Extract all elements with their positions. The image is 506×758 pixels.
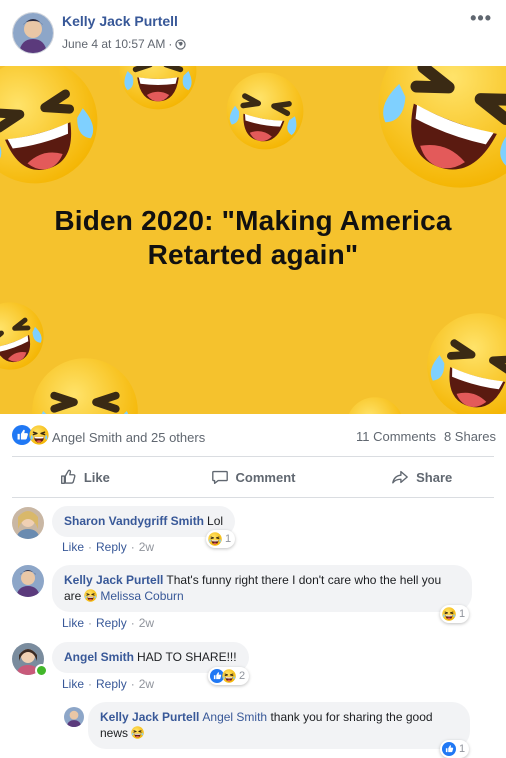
post-action-bar: Like Comment Share [0,462,506,492]
reaction-count: 1 [459,608,466,620]
haha-reaction-icon [29,425,49,445]
comment-text: HAD TO SHARE!!! [137,650,237,664]
comment-meta: Like · Reply · 2w [62,616,154,630]
like-button[interactable]: Like [0,462,169,492]
divider [12,497,494,498]
reactions-names[interactable]: Angel Smith and 25 others [52,430,205,445]
headline-line-1: Biden 2020: "Making America [54,205,452,236]
divider [12,456,494,457]
comment-time[interactable]: 2w [139,540,154,554]
comment-reply-link[interactable]: Reply [96,616,127,630]
reaction-count: 2 [239,670,246,682]
meta-separator: · [168,37,173,51]
post-meta: June 4 at 10:57 AM · [62,37,187,51]
haha-reaction-icon [208,532,222,546]
comment-meta: Like · Reply · 2w [62,677,154,691]
comment-reactions[interactable]: 1 [440,605,470,623]
reaction-count: 1 [225,533,232,545]
comment-like-link[interactable]: Like [62,540,84,554]
comment-button[interactable]: Comment [169,462,338,492]
comment-reactions[interactable]: 2 [208,667,250,685]
post-timestamp[interactable]: June 4 at 10:57 AM [62,37,165,51]
reply-author[interactable]: Kelly Jack Purtell [100,710,199,724]
comment-author[interactable]: Kelly Jack Purtell [64,573,163,587]
mention-link[interactable]: Angel Smith [202,710,267,724]
haha-reaction-icon [442,607,456,621]
comment-reply-link[interactable]: Reply [96,540,127,554]
dot: · [88,677,93,691]
more-options-icon[interactable]: ••• [470,8,492,29]
engagement-counts: 11 Comments 8 Shares [356,429,496,444]
dot: · [130,677,135,691]
author-avatar[interactable] [13,13,53,53]
reply-reactions[interactable]: 1 [440,740,470,758]
comment-author[interactable]: Angel Smith [64,650,134,664]
comment-time[interactable]: 2w [139,677,154,691]
share-label: Share [416,469,453,485]
comments-count[interactable]: 11 Comments [356,429,436,444]
image-headline: Biden 2020: "Making America Retarted aga… [0,204,506,272]
comment-text: Lol [207,514,224,528]
reply-bubble: Kelly Jack Purtell Angel Smith thank you … [88,702,470,749]
reactions-summary: Angel Smith and 25 others 11 Comments 8 … [12,425,496,447]
share-arrow-icon [392,470,408,484]
dot: · [88,616,93,630]
haha-reaction-icon [222,669,236,683]
comment-meta: Like · Reply · 2w [62,540,154,554]
thumbs-up-icon [60,469,76,484]
share-button[interactable]: Share [337,462,506,492]
mention-link[interactable]: Melissa Coburn [100,589,183,603]
comment-bubble: Kelly Jack Purtell That's funny right the… [52,565,472,612]
comment-reactions[interactable]: 1 [206,530,236,548]
headline-line-2: Retarted again" [147,239,359,270]
laughing-emoji-icon [84,589,98,602]
commenter-avatar[interactable] [12,565,44,597]
dot: · [130,616,135,630]
post-image[interactable]: Biden 2020: "Making America Retarted aga… [0,66,506,414]
comment-time[interactable]: 2w [139,616,154,630]
comment-like-link[interactable]: Like [62,616,84,630]
post-author[interactable]: Kelly Jack Purtell [62,13,178,29]
globe-icon [175,38,187,50]
comment-author[interactable]: Sharon Vandygriff Smith [64,514,204,528]
shares-count[interactable]: 8 Shares [444,429,496,444]
online-status-indicator [35,664,48,677]
dot: · [130,540,135,554]
reaction-count: 1 [459,743,466,755]
reaction-icons[interactable] [12,425,49,445]
comment-reply-link[interactable]: Reply [96,677,127,691]
comment-like-link[interactable]: Like [62,677,84,691]
reply-author-avatar[interactable] [64,707,84,727]
dot: · [88,540,93,554]
like-label: Like [83,469,110,485]
like-reaction-icon [442,742,456,756]
comment-icon [211,470,228,484]
commenter-avatar[interactable] [12,507,44,539]
comment-label: Comment [235,469,296,485]
laughing-emoji-icon [131,726,145,739]
